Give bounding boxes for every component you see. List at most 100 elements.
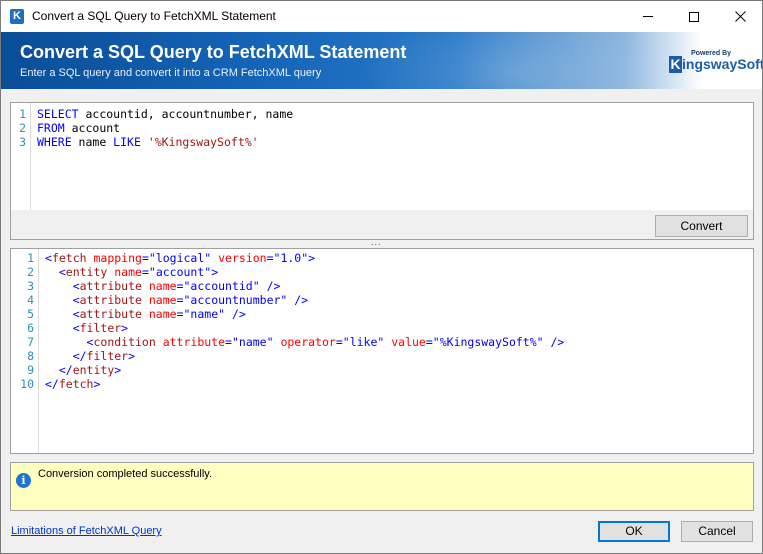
xml-code-line: </fetch>	[45, 377, 564, 391]
sql-line-number: 3	[19, 135, 26, 149]
sql-query-editor[interactable]: 123 SELECT accountid, accountnumber, nam…	[10, 102, 754, 210]
xml-token: =	[225, 335, 232, 349]
xml-token: >	[114, 363, 122, 377]
xml-token: <	[45, 293, 80, 307]
xml-line-numbers: 1 2 3 4 5 6 7 8 9 10	[11, 249, 39, 453]
xml-token: />	[287, 293, 309, 307]
xml-token: entity	[72, 363, 115, 377]
sql-line-numbers: 123	[11, 103, 31, 210]
sql-token: name	[71, 135, 114, 149]
xml-token: <	[45, 265, 66, 279]
close-icon	[734, 11, 746, 22]
xml-code[interactable]: <fetch mapping="logical" version="1.0"> …	[45, 251, 564, 391]
xml-line-number: 5	[27, 307, 34, 321]
logo-wordmark: ingswaySoft	[682, 56, 762, 72]
xml-token: >	[128, 349, 136, 363]
xml-token: </	[45, 363, 73, 377]
sql-code-line: FROM account	[37, 121, 293, 135]
xml-token: name	[107, 265, 142, 279]
xml-token: name	[141, 293, 177, 307]
sql-token: WHERE	[37, 135, 72, 149]
sql-code[interactable]: SELECT accountid, accountnumber, name FRO…	[37, 107, 293, 149]
xml-token: filter	[79, 321, 122, 335]
xml-code-line: <attribute name="accountnumber" />	[45, 293, 564, 307]
xml-token: attribute	[79, 279, 142, 293]
limitations-link[interactable]: Limitations of FetchXML Query	[11, 525, 162, 537]
xml-token: "like"	[342, 335, 385, 349]
dialog-window: K Convert a SQL Query to FetchXML Statem…	[0, 0, 763, 554]
sql-token: '%KingswaySoft%'	[147, 135, 259, 149]
xml-token: =	[335, 335, 343, 349]
xml-line-number: 10	[20, 377, 34, 391]
xml-token: name	[141, 307, 177, 321]
xml-line-number: 3	[27, 279, 34, 293]
window-title: Convert a SQL Query to FetchXML Statemen…	[32, 9, 276, 23]
kingswaysoft-logo: Powered By K ingswaySoft	[669, 50, 762, 76]
xml-token: operator	[273, 335, 336, 349]
sql-token: account	[64, 121, 121, 135]
sql-token: FROM	[37, 121, 65, 135]
xml-line-number: 8	[27, 349, 34, 363]
sql-editor-footer	[10, 210, 754, 240]
sql-token: SELECT	[37, 107, 79, 121]
xml-token: />	[259, 279, 281, 293]
header-banner: Convert a SQL Query to FetchXML Statemen…	[1, 32, 762, 89]
maximize-icon	[689, 11, 699, 22]
xml-token: name	[141, 279, 177, 293]
xml-token: fetch	[51, 251, 87, 265]
xml-code-line: <attribute name="accountid" />	[45, 279, 564, 293]
xml-code-line: <condition attribute="name" operator="li…	[45, 335, 565, 349]
xml-token: =	[176, 279, 184, 293]
fetchxml-output-editor[interactable]: 1 2 3 4 5 6 7 8 9 10 <fetch mapping="logical" ver…	[10, 248, 754, 454]
xml-token: =	[141, 265, 149, 279]
sql-code-line: SELECT accountid, accountnumber, name	[37, 107, 293, 121]
ok-button[interactable]: OK	[598, 521, 670, 542]
status-message: Conversion completed successfully.	[38, 468, 213, 480]
xml-line-number: 9	[27, 363, 34, 377]
xml-token: "%KingswaySoft%"	[432, 335, 544, 349]
sql-line-number: 1	[19, 107, 26, 121]
sql-line-number: 2	[19, 121, 26, 135]
convert-button[interactable]: Convert	[655, 215, 748, 237]
xml-token: attribute	[79, 293, 142, 307]
xml-token: =	[141, 251, 149, 265]
xml-token: "name"	[183, 307, 226, 321]
xml-token: <	[45, 251, 52, 265]
xml-token: "name"	[231, 335, 274, 349]
close-button[interactable]	[717, 1, 763, 32]
minimize-button[interactable]	[625, 1, 671, 32]
xml-token: "logical"	[148, 251, 212, 265]
cancel-button[interactable]: Cancel	[681, 521, 753, 542]
xml-token: =	[425, 335, 433, 349]
xml-token: >	[121, 321, 129, 335]
xml-token: <	[45, 335, 94, 349]
xml-token: </	[45, 349, 87, 363]
banner-subtitle: Enter a SQL query and convert it into a …	[20, 67, 322, 79]
xml-code-line: <filter>	[45, 321, 564, 335]
banner-title: Convert a SQL Query to FetchXML Statemen…	[20, 42, 407, 62]
xml-token: attribute	[155, 335, 226, 349]
xml-token: </	[45, 377, 59, 391]
logo-k-mark: K	[669, 56, 682, 73]
xml-token: <	[45, 321, 80, 335]
xml-token: "1.0"	[273, 251, 309, 265]
xml-token: >	[93, 377, 101, 391]
xml-token: fetch	[58, 377, 94, 391]
xml-token: />	[543, 335, 565, 349]
minimize-icon	[643, 16, 653, 17]
xml-token: mapping	[86, 251, 142, 265]
sql-token: LIKE	[113, 135, 141, 149]
xml-code-line: </entity>	[45, 363, 564, 377]
xml-token: "accountnumber"	[183, 293, 288, 307]
xml-code-line: </filter>	[45, 349, 564, 363]
xml-token: =	[176, 307, 184, 321]
xml-token: attribute	[79, 307, 142, 321]
title-bar[interactable]: K Convert a SQL Query to FetchXML Statem…	[1, 1, 762, 32]
xml-line-number: 2	[27, 265, 34, 279]
xml-line-number: 4	[27, 293, 34, 307]
maximize-button[interactable]	[671, 1, 717, 32]
splitter-handle[interactable]: ...	[371, 238, 395, 247]
kingswaysoft-app-icon: K	[10, 9, 24, 24]
info-icon: i	[16, 473, 31, 488]
xml-token: <	[45, 307, 80, 321]
